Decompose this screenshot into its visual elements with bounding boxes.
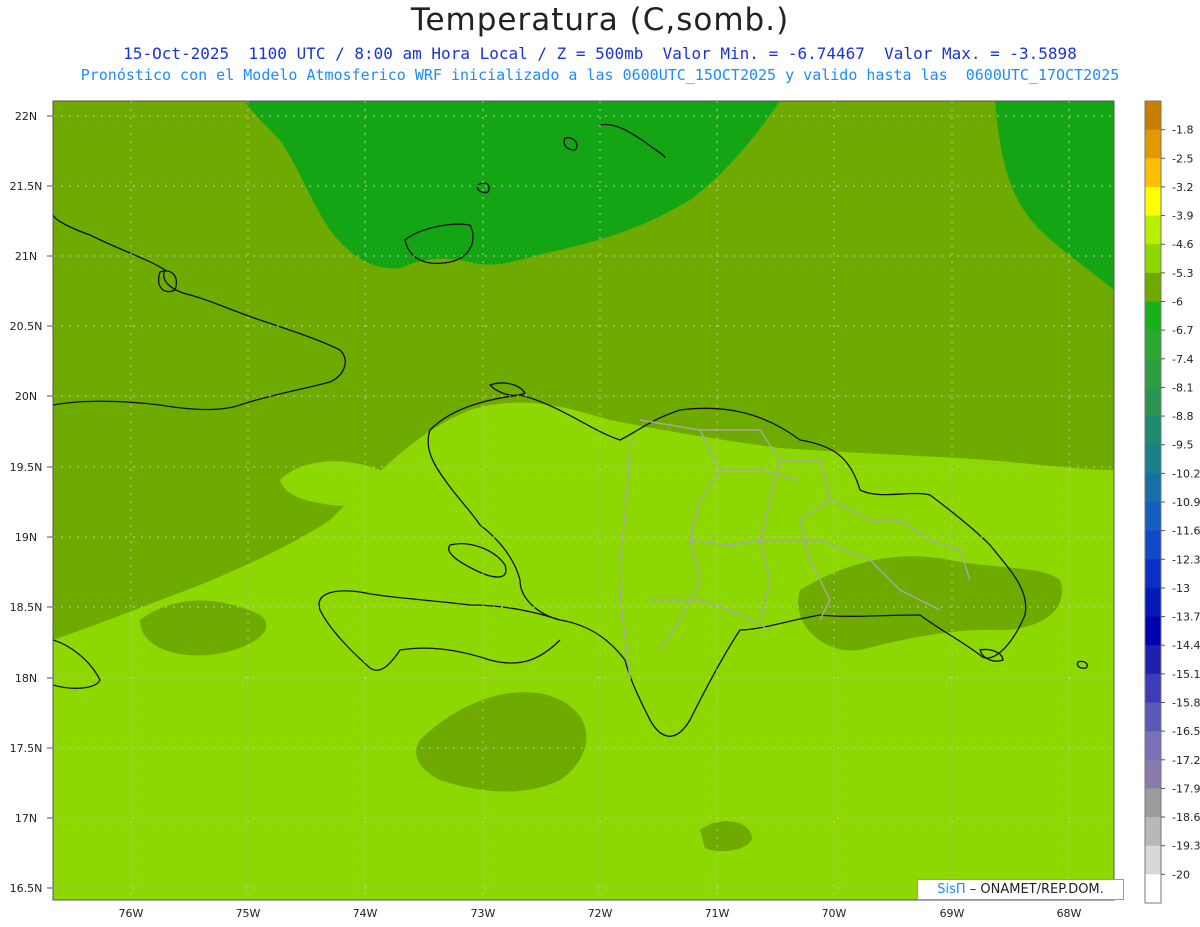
colorbar: -1.8 -2.5 -3.2 -3.9 -4.6 -5.3 -6 -6.7 -7.4 -8.1 -8…: [1144, 100, 1200, 904]
colorbar-swatch: [1145, 673, 1161, 703]
colorbar-swatch: [1145, 158, 1161, 188]
colorbar-swatch: [1145, 616, 1161, 646]
colorbar-swatch: [1145, 731, 1161, 761]
colorbar-label: -16.5: [1172, 725, 1200, 738]
colorbar-swatch: [1145, 817, 1161, 847]
colorbar-label: -13.7: [1172, 611, 1200, 624]
colorbar-swatch: [1145, 244, 1161, 274]
colorbar-label: -10.2: [1172, 467, 1200, 480]
temperature-map: 22N 21.5N 21N 20.5N 20N 19.5N 19N 18.5N …: [10, 100, 1200, 920]
colorbar-label: -15.1: [1172, 668, 1200, 681]
colorbar-label: -8.8: [1172, 410, 1193, 423]
colorbar-label: -12.3: [1172, 553, 1200, 566]
colorbar-label: -10.9: [1172, 496, 1200, 509]
lat-label: 17.5N: [10, 742, 43, 755]
credit-brand: SisΠ: [937, 882, 966, 897]
colorbar-swatch: [1145, 416, 1161, 446]
colorbar-swatch: [1145, 272, 1161, 302]
lon-label: 76W: [119, 907, 144, 920]
lat-ticks: [47, 115, 53, 889]
colorbar-swatch: [1145, 502, 1161, 532]
colorbar-label: -6.7: [1172, 324, 1193, 337]
credit-text: – ONAMET/REP.DOM.: [969, 882, 1104, 897]
lat-label: 20N: [15, 390, 37, 403]
colorbar-swatch: [1145, 587, 1161, 618]
colorbar-label: -4.6: [1172, 238, 1193, 251]
lon-label: 75W: [236, 907, 261, 920]
lon-label: 68W: [1057, 907, 1082, 920]
colorbar-label: -8.1: [1172, 381, 1193, 394]
lat-label: 20.5N: [10, 320, 43, 333]
lat-label: 16.5N: [10, 882, 43, 895]
lat-label: 21N: [15, 250, 37, 263]
lon-label: 72W: [588, 907, 613, 920]
colorbar-swatch: [1145, 301, 1161, 331]
colorbar-label: -2.5: [1172, 152, 1193, 165]
colorbar-label: -20: [1172, 868, 1190, 881]
colorbar-label: -11.6: [1172, 525, 1200, 538]
lat-label: 18.5N: [10, 601, 43, 614]
colorbar-label: -17.2: [1172, 754, 1200, 767]
colorbar-swatch: [1145, 473, 1161, 503]
lat-label: 21.5N: [10, 180, 43, 193]
colorbar-swatch: [1145, 358, 1161, 388]
colorbar-label: -14.4: [1172, 639, 1200, 652]
colorbar-label: -15.8: [1172, 697, 1200, 710]
credit-box: SisΠ – ONAMET/REP.DOM.: [917, 879, 1124, 900]
colorbar-label: -7.4: [1172, 353, 1193, 366]
lat-label: 19N: [15, 531, 37, 544]
colorbar-label: -13: [1172, 582, 1190, 595]
colorbar-swatch: [1145, 874, 1161, 904]
lon-label: 69W: [940, 907, 965, 920]
colorbar-label: -17.9: [1172, 782, 1200, 795]
colorbar-swatch: [1145, 129, 1161, 159]
map-plot-area: [53, 101, 1114, 900]
colorbar-swatch: [1145, 101, 1161, 131]
colorbar-swatch: [1145, 215, 1161, 245]
colorbar-label: -3.9: [1172, 210, 1193, 223]
lon-label: 70W: [822, 907, 847, 920]
colorbar-label: -3.2: [1172, 181, 1193, 194]
colorbar-swatch: [1145, 387, 1161, 417]
lat-label: 18N: [15, 672, 37, 685]
longitude-labels: 76W 75W 74W 73W 72W 71W 70W 69W 68W: [119, 907, 1082, 920]
lat-label: 22N: [15, 110, 37, 123]
lat-label: 17N: [15, 812, 37, 825]
colorbar-swatch: [1145, 845, 1161, 875]
colorbar-label: -18.6: [1172, 811, 1200, 824]
colorbar-swatch: [1145, 702, 1161, 732]
colorbar-label: -1.8: [1172, 124, 1193, 137]
colorbar-swatch: [1145, 788, 1161, 818]
colorbar-swatch: [1145, 759, 1161, 789]
lon-label: 71W: [705, 907, 730, 920]
latitude-labels: 22N 21.5N 21N 20.5N 20N 19.5N 19N 18.5N …: [10, 110, 43, 895]
colorbar-swatch: [1145, 530, 1161, 560]
lon-label: 73W: [471, 907, 496, 920]
colorbar-label: -5.3: [1172, 267, 1193, 280]
colorbar-swatch: [1145, 186, 1161, 217]
colorbar-swatch: [1145, 330, 1161, 360]
colorbar-swatch: [1145, 559, 1161, 589]
colorbar-label: -9.5: [1172, 439, 1193, 452]
colorbar-label: -6: [1172, 296, 1183, 309]
lat-label: 19.5N: [10, 461, 43, 474]
colorbar-swatch: [1145, 444, 1161, 474]
lon-label: 74W: [353, 907, 378, 920]
colorbar-swatch: [1145, 645, 1161, 675]
colorbar-label: -19.3: [1172, 840, 1200, 853]
